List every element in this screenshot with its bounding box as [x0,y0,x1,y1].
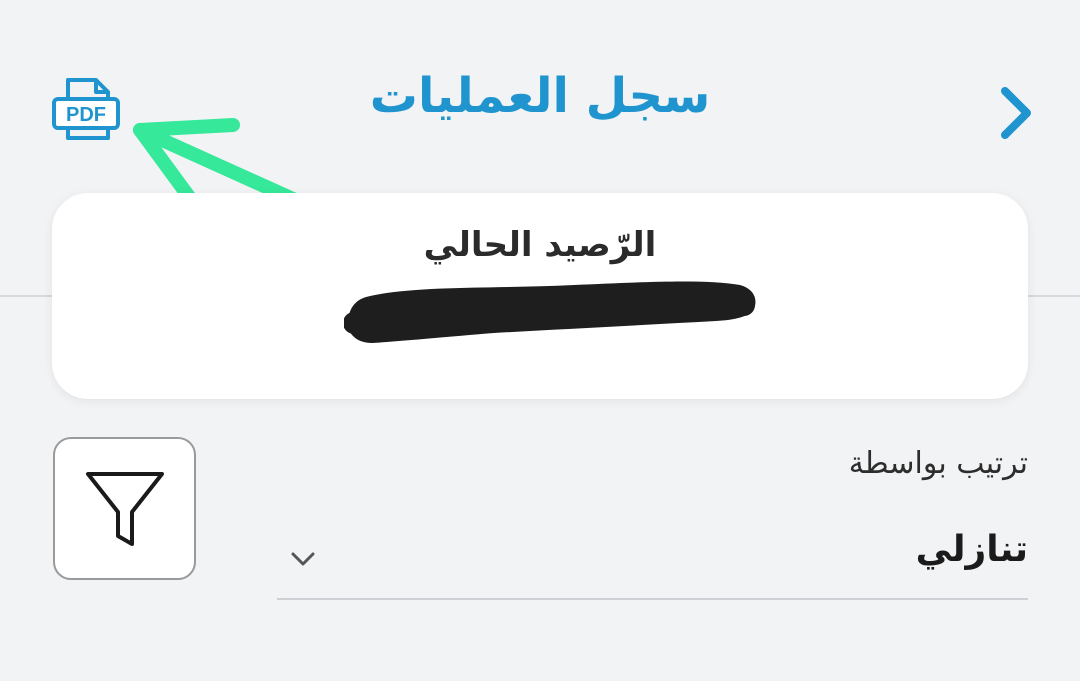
chevron-down-icon [291,552,315,566]
pdf-icon: PDF [52,78,120,140]
balance-card: الرّصيد الحالي [52,193,1028,399]
pdf-icon-label: PDF [66,104,106,126]
back-button[interactable] [985,78,1045,148]
sort-label: ترتيب بواسطة [848,446,1028,481]
balance-label: الرّصيد الحالي [423,225,657,265]
export-pdf-button[interactable]: PDF [50,72,122,148]
redaction-mark [344,281,756,343]
chevron-right-icon [1001,87,1031,139]
filter-button[interactable] [53,437,196,580]
filter-icon [85,471,164,546]
sort-selected-value: تنازلي [915,529,1028,570]
sort-order-dropdown[interactable]: تنازلي [277,515,1028,600]
